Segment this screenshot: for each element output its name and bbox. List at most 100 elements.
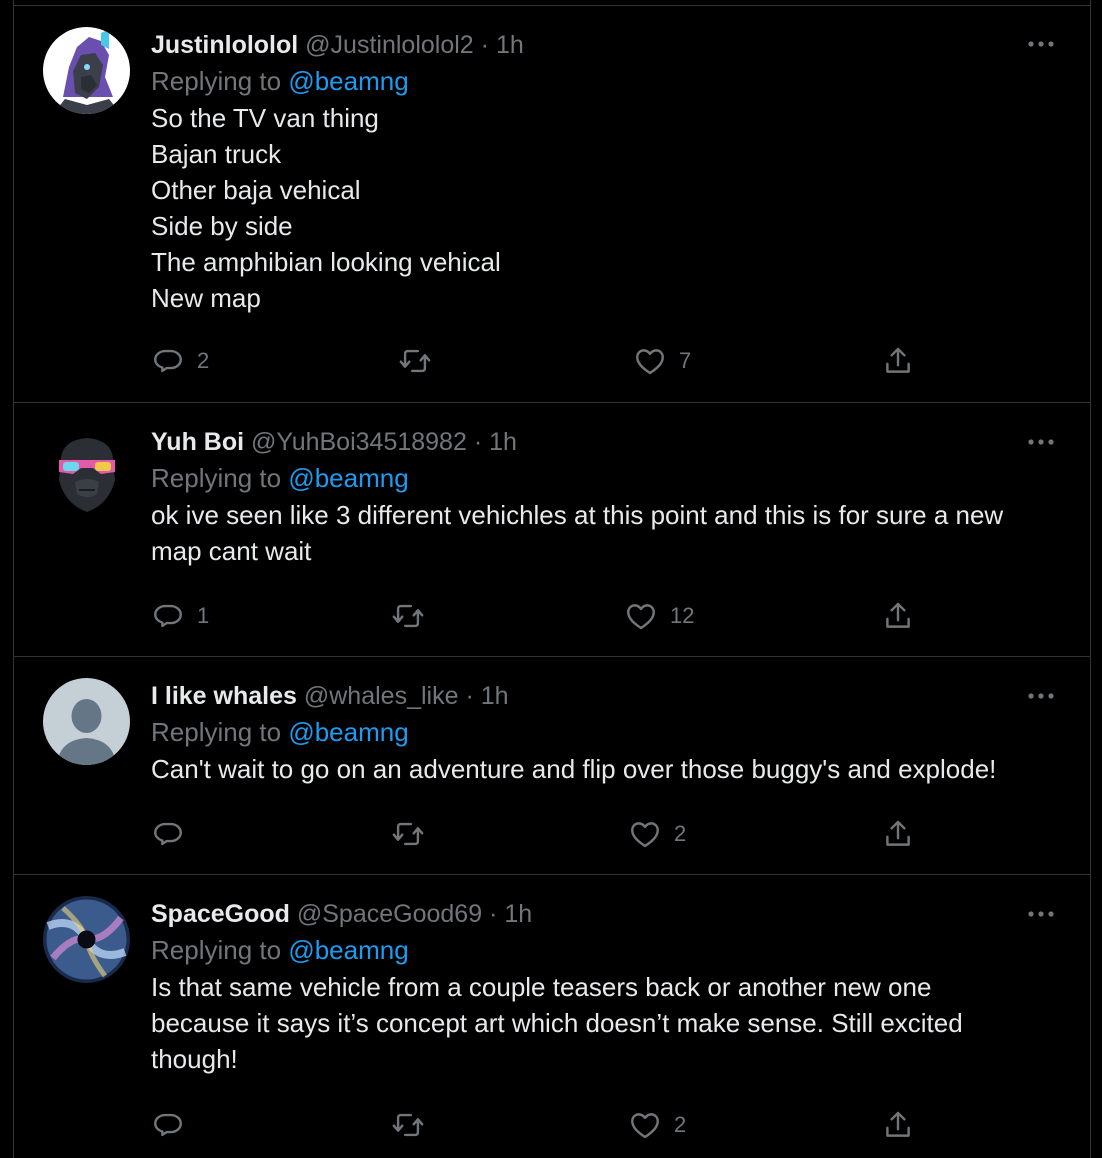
replying-to-handle[interactable]: @beamng [288, 463, 408, 493]
avatar[interactable] [43, 27, 130, 114]
reply-count: 1 [197, 603, 210, 628]
tweet-text-line: Bajan truck [151, 139, 282, 169]
timestamp[interactable]: 1h [504, 900, 532, 928]
heart-icon [631, 1113, 659, 1139]
reply-timeline: Justinlololol @Justinlololol2 · 1h Reply… [13, 0, 1091, 1158]
tweet-header: I like whales @whales_like · 1h [151, 679, 1050, 713]
more-dots-icon [1028, 439, 1054, 445]
reply-icon [154, 604, 182, 628]
like-button[interactable]: 2 [628, 816, 686, 852]
reply-button[interactable]: 2 [151, 343, 209, 379]
tweet-text-line: The amphibian looking vehical [151, 247, 501, 277]
separator-dot: · [465, 682, 474, 710]
more-dots-icon [1028, 41, 1054, 47]
reply-button[interactable]: 1 [151, 598, 209, 634]
replying-to-handle[interactable]: @beamng [288, 66, 408, 96]
tweet[interactable]: SpaceGood @SpaceGood69 · 1h Replying to … [14, 875, 1090, 1158]
replying-to: Replying to @beamng [151, 931, 1050, 969]
replying-to-label: Replying to [151, 463, 282, 493]
avatar[interactable] [43, 428, 130, 515]
gorilla-sunglasses-icon [43, 428, 130, 515]
tweet-header: SpaceGood @SpaceGood69 · 1h [151, 897, 1050, 931]
tweet-text-line: New map [151, 283, 261, 313]
replying-to: Replying to @beamng [151, 459, 1050, 497]
retweet-icon [392, 822, 424, 846]
tweet-text-line: map cant wait [151, 536, 312, 566]
retweet-button[interactable] [391, 598, 437, 634]
tweet-text: Can't wait to go on an adventure and fli… [151, 751, 1050, 787]
separator-dot: · [489, 900, 498, 928]
tweet-text-line: So the TV van thing [151, 103, 379, 133]
share-button[interactable] [881, 1107, 915, 1143]
retweet-button[interactable] [398, 343, 444, 379]
display-name[interactable]: Justinlololol [151, 31, 298, 59]
share-button[interactable] [881, 343, 915, 379]
tweet-actions: 2 [151, 1107, 931, 1143]
reply-icon [154, 349, 182, 373]
avatar[interactable] [43, 678, 130, 765]
timestamp[interactable]: 1h [481, 682, 509, 710]
more-dots-icon [1028, 911, 1054, 917]
user-handle[interactable]: @whales_like [304, 682, 459, 710]
like-count: 2 [674, 1112, 687, 1137]
replying-to-label: Replying to [151, 717, 282, 747]
tweet-text-line: because it says it’s concept art which d… [151, 1008, 963, 1038]
more-options-button[interactable] [1026, 904, 1056, 924]
tweet-text-line: Side by side [151, 211, 293, 241]
replying-to-label: Replying to [151, 66, 282, 96]
separator-dot: · [480, 31, 489, 59]
tweet-text: ok ive seen like 3 different vehichles a… [151, 497, 1050, 569]
retweet-button[interactable] [391, 816, 437, 852]
tweet-text-line: though! [151, 1044, 238, 1074]
replying-to-handle[interactable]: @beamng [288, 717, 408, 747]
more-options-button[interactable] [1026, 432, 1056, 452]
reply-icon [154, 1113, 182, 1137]
more-options-button[interactable] [1026, 686, 1056, 706]
share-icon [886, 347, 910, 373]
user-handle[interactable]: @YuhBoi34518982 [251, 428, 467, 456]
display-name[interactable]: SpaceGood [151, 900, 290, 928]
user-handle[interactable]: @SpaceGood69 [297, 900, 482, 928]
tweet-text: So the TV van thing Bajan truck Other ba… [151, 100, 1050, 316]
display-name[interactable]: Yuh Boi [151, 428, 244, 456]
default-user-icon [43, 678, 130, 765]
tweet-text-line: ok ive seen like 3 different vehichles a… [151, 500, 1004, 530]
avatar[interactable] [43, 896, 130, 983]
share-button[interactable] [881, 598, 915, 634]
display-name[interactable]: I like whales [151, 682, 297, 710]
tweet-text-line: Other baja vehical [151, 175, 361, 205]
reply-button[interactable] [151, 816, 197, 852]
reply-button[interactable] [151, 1107, 197, 1143]
timestamp[interactable]: 1h [496, 31, 524, 59]
tweet-actions: 1 12 [151, 598, 931, 634]
tweet-actions: 2 7 [151, 343, 931, 379]
share-icon [886, 1111, 910, 1137]
like-button[interactable]: 2 [628, 1107, 686, 1143]
timestamp[interactable]: 1h [489, 428, 517, 456]
heart-icon [627, 604, 655, 630]
share-icon [886, 602, 910, 628]
heart-icon [636, 349, 664, 375]
tweet-header: Justinlololol @Justinlololol2 · 1h [151, 28, 1050, 62]
share-button[interactable] [881, 816, 915, 852]
heart-icon [631, 822, 659, 848]
like-count: 2 [674, 821, 687, 846]
tweet[interactable]: Yuh Boi @YuhBoi34518982 · 1h Replying to… [14, 403, 1090, 657]
replying-to-label: Replying to [151, 935, 282, 965]
share-icon [886, 820, 910, 846]
like-button[interactable]: 7 [633, 343, 691, 379]
separator-dot: · [473, 428, 483, 456]
tweet-header: Yuh Boi @YuhBoi34518982 · 1h [151, 425, 1050, 459]
reply-count: 2 [197, 348, 210, 373]
user-handle[interactable]: @Justinlololol2 [305, 31, 474, 59]
tweet-text-line: Is that same vehicle from a couple tease… [151, 972, 932, 1002]
tweet[interactable]: I like whales @whales_like · 1h Replying… [14, 657, 1090, 875]
retweet-button[interactable] [391, 1107, 437, 1143]
retweet-icon [392, 1113, 424, 1137]
replying-to: Replying to @beamng [151, 713, 1050, 751]
like-count: 12 [670, 603, 695, 628]
like-button[interactable]: 12 [624, 598, 694, 634]
more-options-button[interactable] [1026, 34, 1056, 54]
replying-to-handle[interactable]: @beamng [288, 935, 408, 965]
tweet[interactable]: Justinlololol @Justinlololol2 · 1h Reply… [14, 6, 1090, 403]
